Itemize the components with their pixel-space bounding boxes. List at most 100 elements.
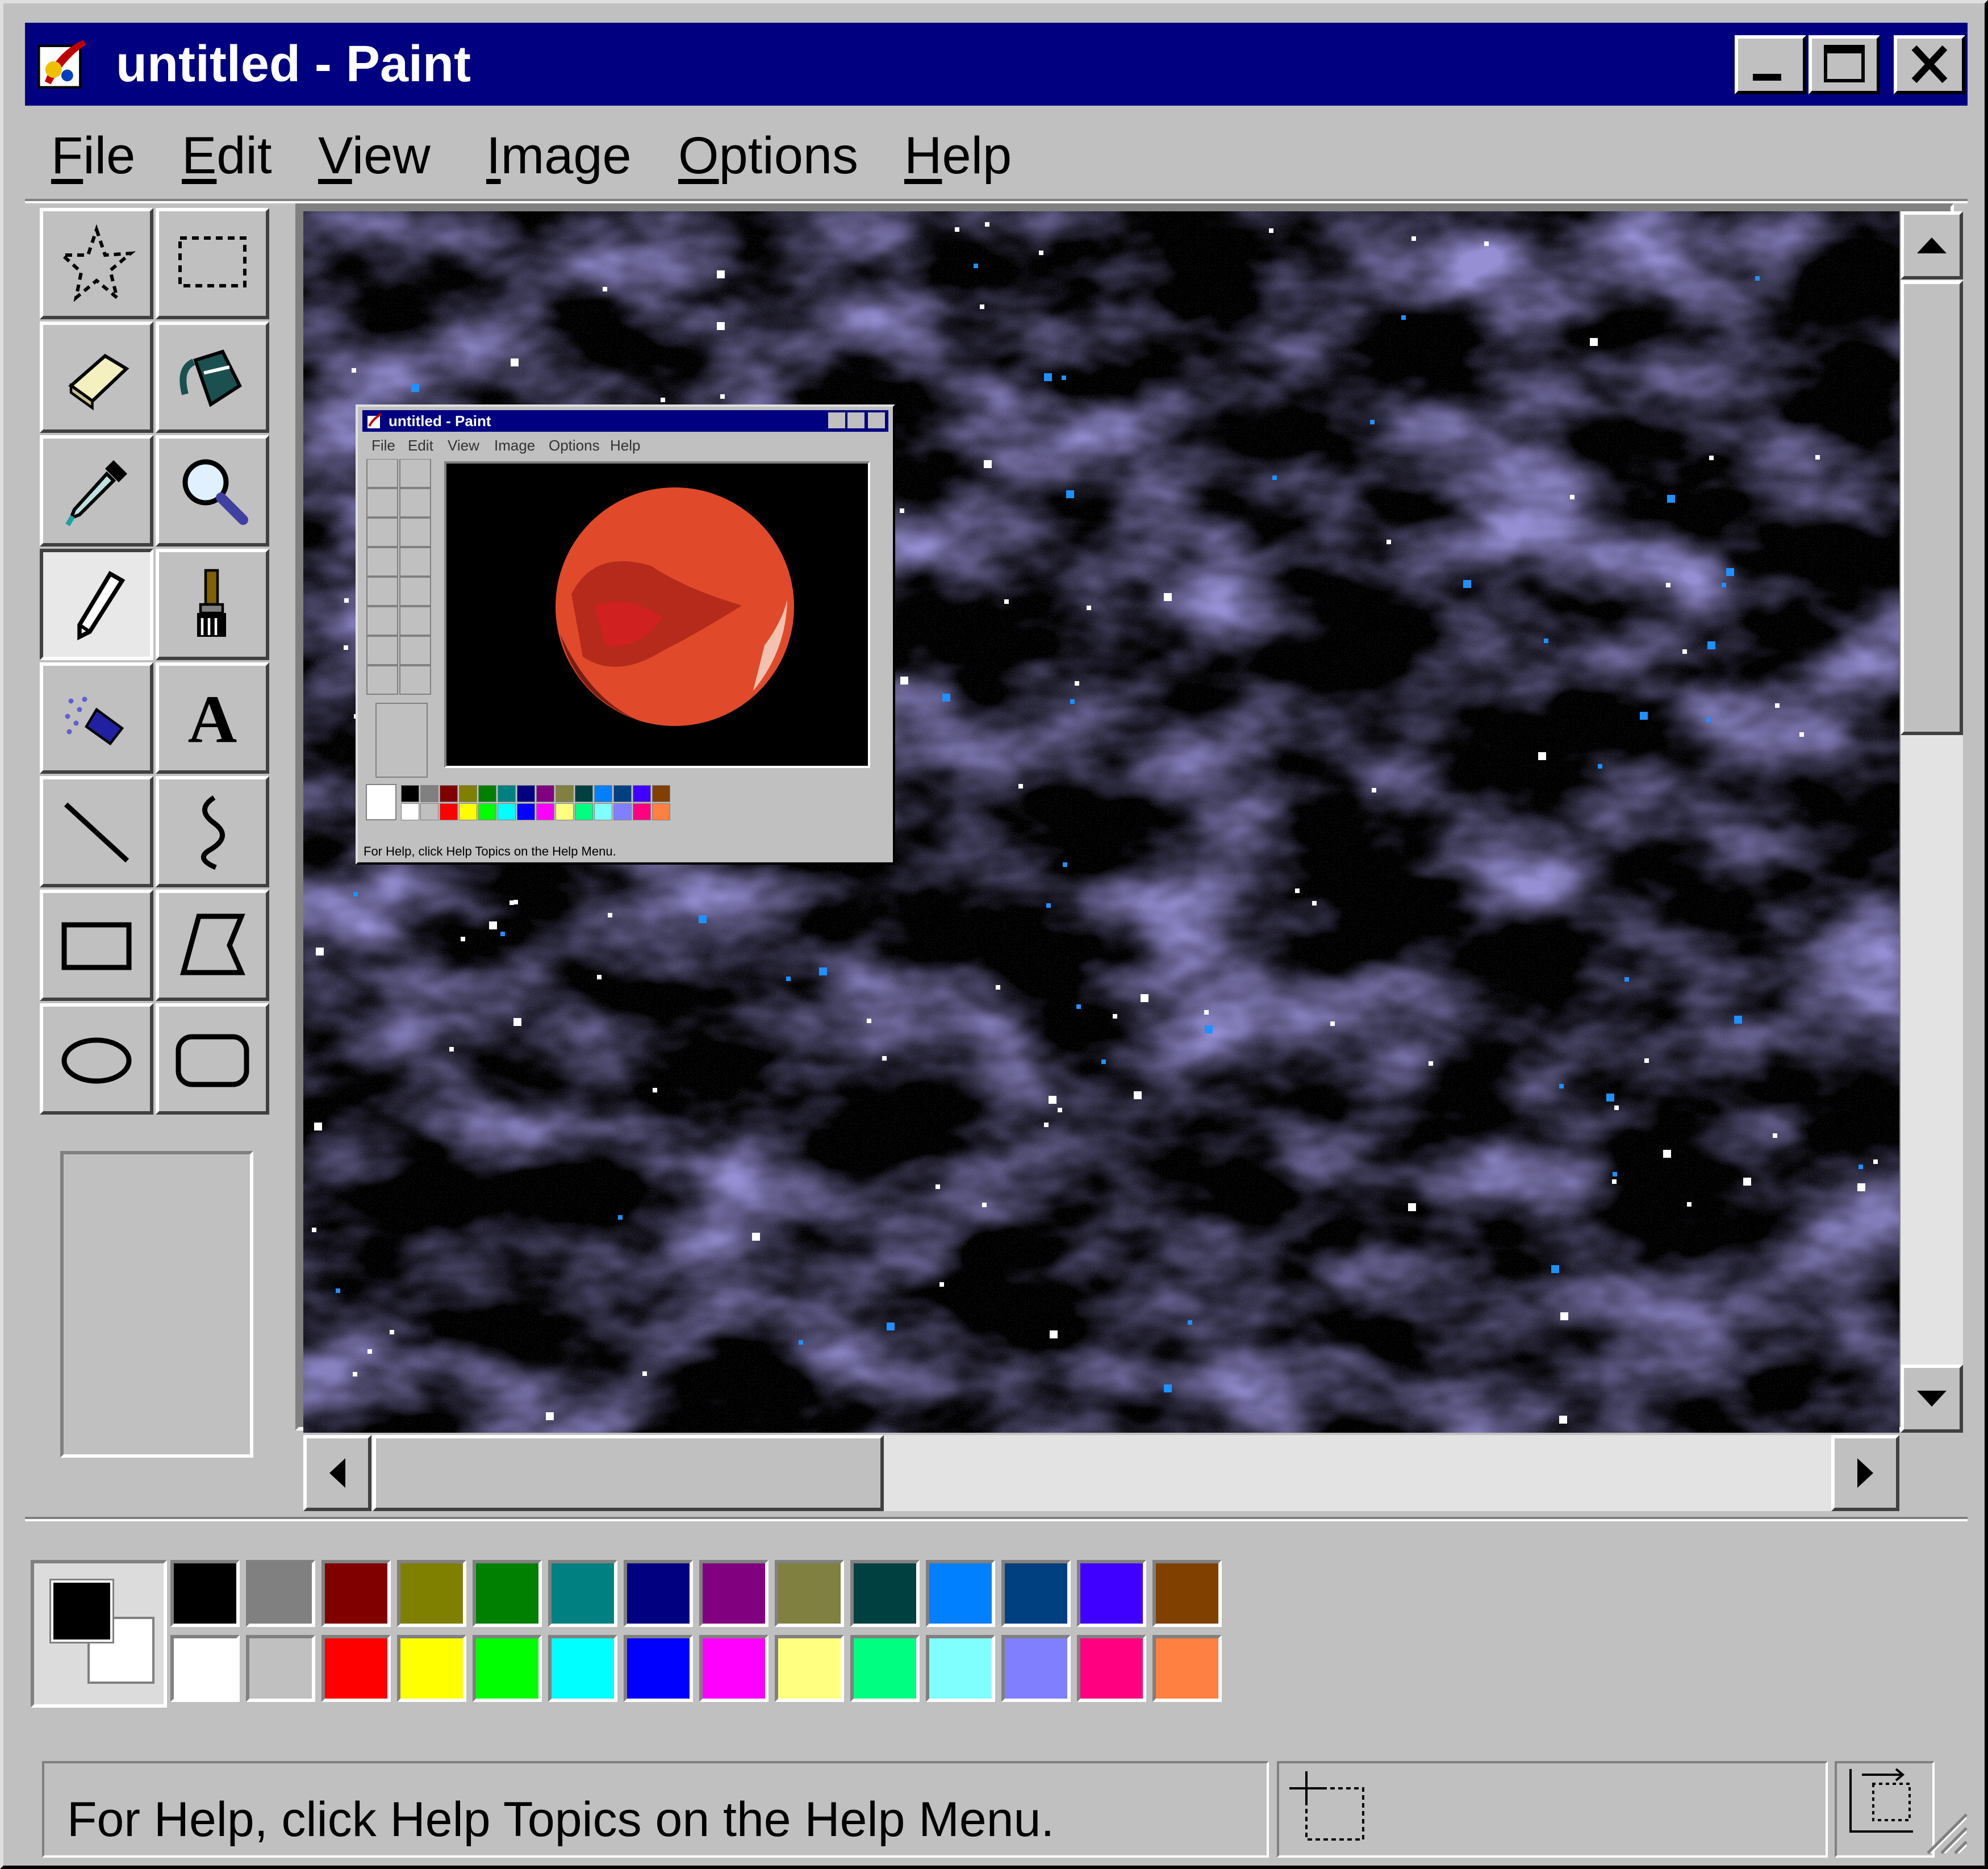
rectangle-tool[interactable] [40, 890, 153, 1001]
palette-color-swatch[interactable] [397, 1635, 466, 1702]
current-colors[interactable] [31, 1560, 167, 1708]
palette-color-swatch[interactable] [926, 1560, 995, 1627]
palette-color-swatch[interactable] [1152, 1635, 1222, 1702]
palette-color-swatch[interactable] [1077, 1635, 1146, 1702]
palette-color-swatch[interactable] [1001, 1635, 1071, 1702]
embedded-menu-help: Help [610, 437, 641, 454]
star [1164, 593, 1172, 601]
palette-color-swatch[interactable] [699, 1560, 769, 1627]
color-box [25, 1549, 1968, 1713]
palette-color-swatch[interactable] [1152, 1560, 1222, 1627]
palette-color-swatch[interactable] [775, 1560, 844, 1627]
star [336, 1288, 340, 1293]
vertical-scroll-thumb[interactable] [1901, 281, 1963, 735]
star [513, 900, 518, 904]
scroll-right-button[interactable] [1831, 1435, 1899, 1511]
embedded-palette-swatch [633, 785, 651, 802]
embedded-palette-swatch [440, 785, 458, 802]
palette-color-swatch[interactable] [624, 1635, 693, 1702]
palette-color-swatch[interactable] [170, 1560, 240, 1627]
text-tool[interactable]: A [156, 662, 269, 774]
magnifier-tool[interactable] [156, 435, 269, 546]
palette-color-swatch[interactable] [397, 1560, 466, 1627]
title-bar[interactable]: untitled - Paint [25, 23, 1968, 106]
palette-color-swatch[interactable] [775, 1635, 844, 1702]
minimize-button[interactable] [1735, 35, 1806, 94]
scroll-down-button[interactable] [1901, 1365, 1963, 1433]
resize-grip-icon[interactable] [1916, 1787, 1968, 1855]
palette-color-swatch[interactable] [850, 1635, 920, 1702]
star [618, 1215, 623, 1220]
star [1640, 712, 1648, 720]
polygon-tool[interactable] [156, 890, 269, 1001]
star [353, 1372, 357, 1376]
palette-color-swatch[interactable] [246, 1560, 315, 1627]
star [1049, 1096, 1056, 1104]
menu-options[interactable]: Options [678, 122, 858, 190]
palette-color-swatch[interactable] [926, 1635, 995, 1702]
brush-tool[interactable] [156, 549, 269, 660]
scroll-left-button[interactable] [303, 1435, 371, 1511]
scroll-up-button[interactable] [1901, 211, 1963, 279]
star [1709, 456, 1714, 460]
paint-app-icon[interactable] [33, 34, 92, 93]
palette-color-swatch[interactable] [321, 1635, 391, 1702]
star [955, 227, 959, 232]
star [1682, 649, 1687, 654]
free-form-select-tool[interactable] [40, 208, 153, 319]
palette-color-swatch[interactable] [624, 1560, 693, 1627]
eyedropper-icon [65, 460, 127, 527]
palette-color-swatch[interactable] [170, 1635, 240, 1702]
star [1873, 1159, 1878, 1164]
palette-color-swatch[interactable] [473, 1635, 542, 1702]
star [1312, 901, 1317, 906]
horizontal-scrollbar[interactable] [303, 1435, 1899, 1511]
svg-text:A: A [188, 681, 237, 757]
palette-color-swatch[interactable] [548, 1635, 617, 1702]
palette-color-swatch[interactable] [699, 1635, 769, 1702]
close-button[interactable] [1894, 35, 1965, 94]
star [942, 694, 950, 702]
menu-help[interactable]: Help [904, 122, 1012, 190]
ellipse-tool[interactable] [40, 1003, 153, 1115]
maximize-button[interactable] [1809, 35, 1880, 94]
select-tool[interactable] [156, 208, 269, 319]
menu-view[interactable]: View [318, 122, 431, 190]
embedded-palette-swatch [575, 803, 593, 820]
vertical-scrollbar[interactable] [1901, 211, 1963, 1433]
embedded-palette-swatch [652, 803, 670, 820]
curve-tool[interactable] [156, 776, 269, 887]
palette-color-swatch[interactable] [1001, 1560, 1071, 1627]
star [1663, 1150, 1671, 1158]
palette-separator [25, 1517, 1968, 1521]
tool-options-box[interactable] [60, 1151, 253, 1458]
palette-color-swatch[interactable] [1077, 1560, 1146, 1627]
palette-color-swatch[interactable] [246, 1635, 315, 1702]
star [489, 921, 497, 929]
pencil-tool[interactable] [40, 549, 153, 660]
star [603, 287, 607, 291]
rounded-rectangle-tool[interactable] [156, 1003, 269, 1115]
pencil-icon [77, 570, 126, 641]
foreground-color-swatch[interactable] [49, 1579, 114, 1643]
fill-with-color-tool[interactable] [156, 322, 269, 433]
rectangle-icon [61, 922, 132, 970]
embedded-palette-swatch [498, 803, 516, 820]
pick-color-tool[interactable] [40, 435, 153, 546]
palette-color-swatch[interactable] [321, 1560, 391, 1627]
menu-file[interactable]: File [51, 122, 135, 190]
line-tool[interactable] [40, 776, 153, 887]
menu-image[interactable]: Image [486, 122, 632, 190]
palette-color-swatch[interactable] [850, 1560, 920, 1627]
horizontal-scroll-thumb[interactable] [373, 1435, 884, 1511]
eraser-tool[interactable] [40, 322, 153, 433]
airbrush-tool[interactable] [40, 662, 153, 774]
star [717, 270, 725, 278]
embedded-palette-swatch [652, 785, 670, 802]
palette-color-swatch[interactable] [473, 1560, 542, 1627]
star [1775, 703, 1780, 708]
star [1004, 599, 1009, 604]
star [799, 1340, 803, 1345]
palette-color-swatch[interactable] [548, 1560, 617, 1627]
menu-edit[interactable]: Edit [182, 122, 272, 190]
